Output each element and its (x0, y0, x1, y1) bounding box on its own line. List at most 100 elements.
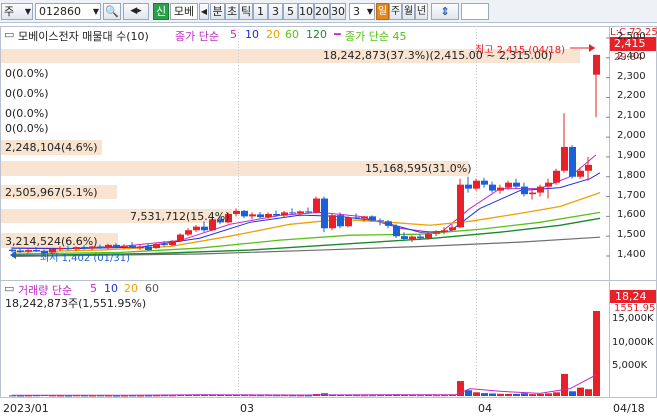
interval-1[interactable]: 1 (253, 3, 268, 20)
x-label-end: 04/18 (613, 402, 645, 415)
vol-ma60-label: 60 (145, 282, 159, 295)
search-button[interactable]: 🔍 (103, 3, 121, 20)
chart-area[interactable]: ▭ 모베이스전자 매물대 수(10) 종가 단순 5 10 20 60 120 … (0, 24, 657, 417)
candle-body (137, 246, 144, 249)
volume-bar (433, 395, 440, 397)
candle-body (369, 216, 376, 221)
candle-body (337, 215, 344, 227)
candle-body (281, 212, 288, 216)
candle-body (505, 182, 512, 188)
ma20-line (11, 191, 601, 253)
vol-ma10-label: 10 (104, 282, 118, 295)
candle-body (233, 210, 240, 214)
volume-bar (545, 393, 552, 396)
vol-ytick-0: 15,000K (612, 313, 654, 324)
candle-body (345, 217, 352, 227)
interval-3[interactable]: 3 (268, 3, 283, 20)
interval-select[interactable]: 3 ▼ (349, 3, 375, 20)
price-ytick: 2,100 (617, 110, 646, 122)
volume-bar (497, 393, 504, 396)
volume-bar (409, 395, 416, 397)
prev-button[interactable]: ◀ (199, 3, 209, 20)
candle-body (105, 244, 112, 249)
volume-bar (465, 390, 472, 396)
year-tab[interactable]: 년 (415, 3, 428, 20)
high-marker-arrowhead (589, 44, 595, 52)
ma120-label: 120 (306, 28, 327, 41)
interval-10[interactable]: 10 (298, 3, 314, 20)
candle-body (433, 232, 440, 234)
candle-body (129, 245, 136, 249)
candle-body (33, 250, 40, 252)
candle-body (409, 236, 416, 239)
candle-body (249, 214, 256, 217)
candle-body (329, 215, 336, 229)
volume-bar (377, 395, 384, 397)
interval-30[interactable]: 30 (330, 3, 346, 20)
speaker-button[interactable]: ◀▸ (123, 3, 149, 20)
second-tab[interactable]: 초 (225, 3, 239, 20)
vol-ma5-label: 5 (90, 282, 97, 295)
candle-body (449, 227, 456, 231)
week-tab[interactable]: 주 (389, 3, 402, 20)
price-ytick: 2,300 (617, 70, 646, 82)
volume-bar (369, 395, 376, 397)
volume-bar (505, 393, 512, 396)
candle-body (257, 214, 264, 218)
vp-label-9: 3,214,524(6.6%) (5, 235, 98, 248)
volume-bar (305, 395, 312, 397)
volume-bar (513, 394, 520, 396)
arrange-button[interactable]: ⇕ (431, 3, 459, 20)
market-select[interactable]: 주 ▼ (1, 3, 33, 20)
minute-tab[interactable]: 분 (210, 3, 225, 20)
interval-5[interactable]: 5 (283, 3, 298, 20)
price-panel-title: 모베이스전자 매물대 수(10) (18, 30, 149, 43)
price-ytick: 1,600 (617, 209, 646, 221)
vp-label-8: 7,531,712(15.4%) (130, 210, 230, 223)
candle-body (561, 147, 568, 171)
interval-20[interactable]: 20 (314, 3, 330, 20)
candle-body (353, 217, 360, 219)
vp-label-3: 0(0.0%) (5, 107, 49, 120)
volume-bar (553, 392, 560, 396)
candle-body (321, 198, 328, 229)
vp-label-1: 0(0.0%) (5, 67, 49, 80)
candle-body (529, 192, 536, 195)
volume-bar (145, 395, 152, 397)
code-input[interactable]: 012860 ▼ (35, 3, 101, 20)
search-icon: 🔍 (105, 5, 119, 18)
extra-field[interactable] (461, 3, 489, 20)
market-label: 주 (4, 5, 15, 18)
candle-body (593, 54, 600, 75)
volume-bar (577, 387, 584, 396)
chevron-down-icon: ▼ (366, 7, 373, 16)
volume-bar (569, 391, 576, 396)
volume-bar (521, 393, 528, 396)
volume-bar (297, 395, 304, 397)
chevron-down-icon: ▼ (24, 7, 31, 16)
candle-body (265, 213, 272, 218)
price-ytick: 2,000 (617, 130, 646, 142)
day-tab[interactable]: 일 (376, 3, 389, 20)
vertical-arrows-icon: ⇕ (440, 5, 450, 18)
price-ytick: 2,500 (617, 31, 646, 42)
price-ytick: 1,900 (617, 149, 646, 161)
candle-body (201, 226, 208, 231)
code-value: 012860 (39, 5, 81, 18)
candle-body (393, 225, 400, 237)
high-label: 최고 2,415 (04/18) (475, 45, 566, 56)
interval-value: 3 (353, 5, 360, 18)
vp-label-2: 0(0.0%) (5, 87, 49, 100)
panel-menu-icon[interactable]: ▭ (4, 282, 14, 295)
tick-tab[interactable]: 틱 (239, 3, 253, 20)
ma2-swatch: ━ (334, 28, 341, 41)
panel-menu-icon[interactable]: ▭ (4, 28, 14, 41)
candle-body (177, 234, 184, 241)
candle-body (457, 184, 464, 228)
price-panel-frame (0, 26, 657, 281)
candle-body (193, 226, 200, 231)
chevron-left-icon: ◀ (200, 7, 208, 16)
stock-name-field: 모베 (170, 3, 198, 20)
month-tab[interactable]: 월 (402, 3, 415, 20)
volume-bar (137, 395, 144, 397)
